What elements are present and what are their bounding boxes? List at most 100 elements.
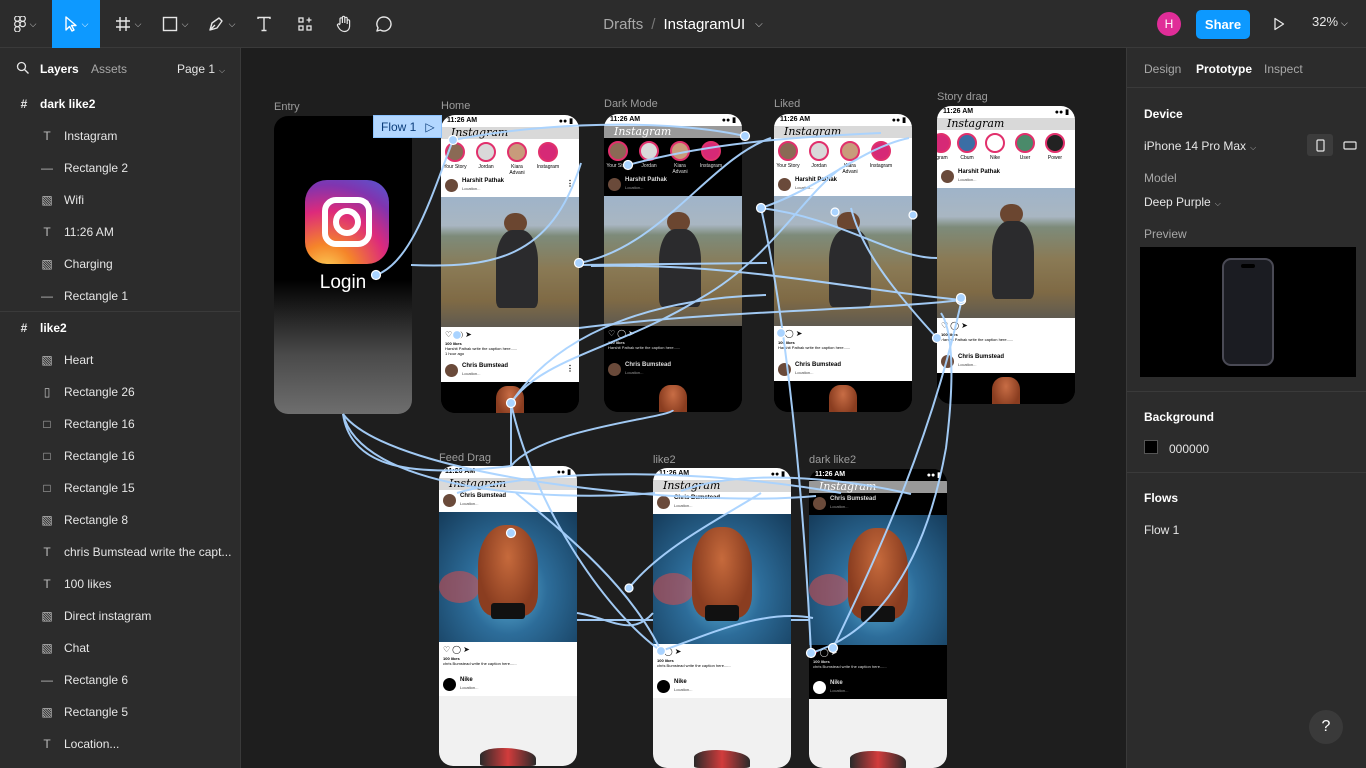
post-photo-peek — [604, 381, 742, 412]
frame-label-feed-drag[interactable]: Feed Drag — [439, 452, 491, 464]
connection-wire — [576, 612, 654, 627]
play-icon: ▷ — [425, 119, 435, 134]
frame-like2[interactable]: 11:26 AM ●● ▮ Instagram Chris Bumstead Loc… — [653, 468, 791, 768]
frame-story-drag[interactable]: 11:26 AM ●● ▮ Instagram gram Cbum Nike Us… — [937, 106, 1075, 404]
frame-label-entry[interactable]: Entry — [274, 101, 300, 113]
hand-tool[interactable] — [330, 0, 358, 48]
layer-row[interactable]: □ Rectangle 16 — [0, 440, 240, 472]
resources-tool[interactable] — [290, 0, 320, 48]
frame-label-dark-like2[interactable]: dark like2 — [809, 454, 856, 466]
layer-row[interactable]: T Location... — [0, 728, 240, 760]
portrait-button[interactable] — [1307, 134, 1333, 156]
tab-prototype[interactable]: Prototype — [1196, 62, 1252, 76]
flow-starting-point[interactable]: Flow 1 ▷ — [373, 115, 442, 138]
hand-icon — [336, 15, 351, 33]
search-icon[interactable] — [16, 61, 30, 75]
frame-label-story-drag[interactable]: Story drag — [937, 91, 988, 103]
layer-row[interactable]: ▧ Charging — [0, 248, 240, 280]
frame-entry[interactable]: Login — [274, 116, 412, 414]
present-button[interactable] — [1268, 13, 1290, 35]
layer-name: Rectangle 2 — [64, 161, 129, 175]
layer-row[interactable]: — Rectangle 2 — [0, 152, 240, 184]
move-tool[interactable]: ⌵ — [52, 0, 100, 48]
flow-item[interactable]: Flow 1 — [1144, 523, 1179, 537]
background-color-swatch[interactable] — [1144, 440, 1158, 454]
post-location: Location... — [958, 177, 977, 182]
frame-label-home[interactable]: Home — [441, 100, 470, 112]
tab-assets[interactable]: Assets — [91, 62, 127, 76]
layer-row[interactable]: □ Rectangle 15 — [0, 472, 240, 504]
comment-tool[interactable] — [370, 0, 398, 48]
connection-node — [624, 583, 634, 593]
status-time: 11:26 AM — [445, 468, 476, 475]
layer-row[interactable]: ▧ Heart — [0, 344, 240, 376]
shape-tool[interactable]: ⌵ — [155, 0, 195, 48]
status-icons: ●● ▮ — [770, 471, 785, 478]
text-layer-icon: T — [43, 737, 51, 751]
layer-name: Direct instagram — [64, 609, 152, 623]
frame-dark-like2[interactable]: 11:26 AM ●● ▮ Instagram Chris Bumstead Loc… — [809, 469, 947, 768]
avatar[interactable]: H — [1157, 12, 1181, 36]
chevron-down-icon: ⌵ — [1250, 143, 1257, 152]
file-name[interactable]: InstagramUI — [663, 16, 745, 33]
device-select[interactable]: iPhone 14 Pro Max ⌵ — [1144, 139, 1256, 153]
main-menu-button[interactable]: ⌵ — [0, 0, 50, 48]
chevron-down-icon[interactable]: ⌵ — [755, 19, 763, 30]
zoom-value: 32% — [1312, 14, 1339, 29]
share-button[interactable]: Share — [1196, 10, 1250, 39]
device-preview — [1140, 247, 1356, 377]
text-tool[interactable] — [250, 0, 278, 48]
frame-label-like2[interactable]: like2 — [653, 454, 676, 466]
help-button[interactable]: ? — [1309, 710, 1343, 744]
layer-name: like2 — [40, 321, 67, 335]
frame-home[interactable]: 11:26 AM ●● ▮ Instagram Your Story Jordan… — [441, 115, 579, 413]
layer-row[interactable]: ▯ Rectangle 26 — [0, 376, 240, 408]
login-text[interactable]: Login — [274, 272, 412, 294]
layer-row[interactable]: T 100 likes — [0, 568, 240, 600]
pen-tool[interactable]: ⌵ — [200, 0, 242, 48]
layer-name: Rectangle 8 — [64, 513, 129, 527]
page-selector[interactable]: Page 1 ⌵ — [177, 62, 225, 76]
design-canvas[interactable]: Entry Home Dark Mode Liked Story drag Fe… — [241, 48, 1126, 768]
frame-label-liked[interactable]: Liked — [774, 98, 800, 110]
post-location: Location... — [795, 370, 814, 375]
frame-tool[interactable]: ⌵ — [108, 0, 148, 48]
tab-layers[interactable]: Layers — [40, 62, 79, 76]
landscape-button[interactable] — [1337, 134, 1363, 156]
layer-row[interactable]: ▧ Chat — [0, 632, 240, 664]
frame-dark-mode[interactable]: 11:26 AM ●● ▮ Instagram Your Story Jordan… — [604, 114, 742, 412]
post-header: Harshit Pathak Location... — [774, 174, 912, 196]
post-actions: ♡◯➤ 100 likes chris Bumstead write the cap… — [439, 642, 577, 678]
layer-row[interactable]: # dark like2 — [0, 88, 240, 120]
zoom-control[interactable]: 32% ⌵ — [1312, 14, 1348, 29]
play-icon — [1274, 17, 1285, 31]
frame-feed-drag[interactable]: 11:26 AM ●● ▮ Instagram Chris Bumstead Loc… — [439, 466, 577, 766]
tab-inspect[interactable]: Inspect — [1264, 62, 1303, 76]
tab-design[interactable]: Design — [1144, 62, 1181, 76]
frame-liked[interactable]: 11:26 AM ●● ▮ Instagram Your Story Jordan… — [774, 114, 912, 412]
model-select[interactable]: Deep Purple ⌵ — [1144, 195, 1221, 209]
instagram-logo-icon — [305, 180, 389, 264]
background-hex-input[interactable]: 000000 — [1169, 442, 1209, 456]
layer-row[interactable]: — Rectangle 6 — [0, 664, 240, 696]
post-photo — [439, 512, 577, 642]
layer-row[interactable]: # like2 — [0, 312, 240, 344]
layer-row[interactable]: ▧ Wifi — [0, 184, 240, 216]
layer-row[interactable]: ▧ Direct instagram — [0, 600, 240, 632]
frame-label-dark-mode[interactable]: Dark Mode — [604, 98, 658, 110]
status-icons: ●● ▮ — [1054, 109, 1069, 116]
layer-row[interactable]: ▧ Rectangle 5 — [0, 696, 240, 728]
frame-icon: # — [20, 97, 28, 111]
story-avatar — [871, 141, 891, 161]
breadcrumb-drafts[interactable]: Drafts — [603, 16, 643, 33]
status-icons: ●● ▮ — [556, 469, 571, 476]
post-header: Nike Location... — [809, 677, 947, 699]
layer-row[interactable]: Tchris Bumstead write the capt... — [0, 536, 240, 568]
layer-row[interactable]: T Instagram — [0, 120, 240, 152]
layer-row[interactable]: ▧ Rectangle 8 — [0, 504, 240, 536]
layer-row[interactable]: □ Rectangle 16 — [0, 408, 240, 440]
left-panel-tabs: Layers Assets Page 1 ⌵ — [0, 48, 240, 88]
layer-row[interactable]: — Rectangle 1 — [0, 280, 240, 312]
more-icon: ⋮ — [566, 179, 574, 188]
layer-row[interactable]: T 11:26 AM — [0, 216, 240, 248]
